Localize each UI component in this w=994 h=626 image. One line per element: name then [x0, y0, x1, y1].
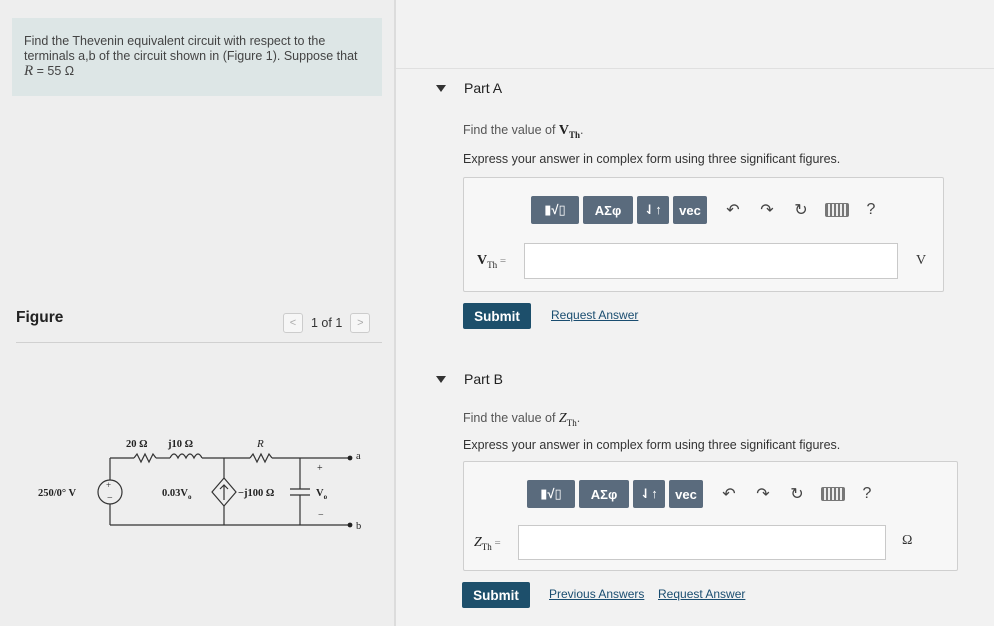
part-a-prompt: Find the value of VTh.	[463, 123, 584, 140]
arrows-button[interactable]: ⇃↑	[637, 196, 669, 224]
figure-label: Figure	[16, 309, 64, 326]
figure-rule	[16, 342, 382, 343]
undo-icon[interactable]: ↶	[721, 198, 745, 222]
part-b-title: Part B	[464, 371, 503, 387]
vec-button[interactable]: vec	[669, 480, 703, 508]
problem-text: Find the Thevenin equivalent circuit wit…	[24, 34, 358, 63]
undo-icon[interactable]: ↶	[717, 482, 741, 506]
collapse-triangle-icon	[436, 375, 446, 383]
part-b-prompt: Find the value of ZTh.	[463, 411, 581, 428]
terminal-b-label: b	[356, 521, 361, 532]
figure-pager: < 1 of 1 >	[283, 313, 371, 333]
reset-icon[interactable]: ↻	[789, 198, 813, 222]
templates-button[interactable]: ▮√▯	[531, 196, 579, 224]
part-a-toolbar: ▮√▯ ΑΣφ ⇃↑ vec ↶ ↷ ↻ ?	[531, 196, 883, 224]
cap-label: −j100 Ω	[238, 488, 274, 499]
part-a-unit: V	[916, 253, 927, 268]
part-a-request-answer-link[interactable]: Request Answer	[551, 308, 638, 322]
redo-icon[interactable]: ↷	[751, 482, 775, 506]
resistor-20	[133, 452, 157, 464]
vth-answer-input[interactable]	[524, 243, 898, 279]
vo-minus: −	[318, 510, 324, 521]
source-minus: −	[107, 493, 113, 504]
arrows-button[interactable]: ⇃↑	[633, 480, 665, 508]
problem-statement: Find the Thevenin equivalent circuit wit…	[12, 18, 382, 96]
source-label: 250/0° V	[38, 488, 77, 499]
part-a-header[interactable]: Part A	[436, 80, 502, 96]
part-a-input-label: VTh =	[477, 253, 507, 270]
previous-answers-link[interactable]: Previous Answers	[549, 587, 644, 601]
part-b-toolbar: ▮√▯ ΑΣφ ⇃↑ vec ↶ ↷ ↻ ?	[527, 480, 879, 508]
keyboard-icon[interactable]	[825, 198, 849, 222]
resistor-r	[249, 452, 273, 464]
greek-symbols-button[interactable]: ΑΣφ	[583, 196, 633, 224]
part-b-header[interactable]: Part B	[436, 371, 503, 387]
r-label: R	[256, 438, 264, 450]
r-variable: R	[24, 63, 34, 79]
vec-button[interactable]: vec	[673, 196, 707, 224]
part-a-title: Part A	[464, 80, 503, 96]
zth-variable: ZTh	[558, 411, 577, 428]
prev-figure-button[interactable]: <	[283, 313, 303, 333]
pager-text: 1 of 1	[311, 316, 343, 330]
part-b-submit-button[interactable]: Submit	[462, 582, 530, 608]
part-a-submit-button[interactable]: Submit	[463, 303, 531, 329]
vo-label: Vo	[316, 488, 328, 501]
part-b-instruction: Express your answer in complex form usin…	[463, 438, 841, 452]
templates-button[interactable]: ▮√▯	[527, 480, 575, 508]
reset-icon[interactable]: ↻	[785, 482, 809, 506]
part-b-input-label: ZTh =	[474, 535, 501, 552]
x1-label: j10 Ω	[167, 439, 193, 450]
help-icon[interactable]: ?	[855, 482, 879, 506]
r-value: = 55 Ω	[33, 64, 75, 78]
greek-symbols-button[interactable]: ΑΣφ	[579, 480, 629, 508]
next-figure-button[interactable]: >	[350, 313, 371, 333]
source-plus: +	[106, 480, 111, 490]
circuit-diagram: + − 250/0° V 20 Ω j10 Ω R 0.03Vo −j100 Ω…	[38, 438, 361, 532]
terminal-a-label: a	[356, 451, 361, 462]
r1-label: 20 Ω	[126, 439, 148, 450]
terminal-b-dot	[347, 522, 353, 528]
part-a-instruction: Express your answer in complex form usin…	[463, 152, 841, 166]
vth-variable: VTh	[558, 123, 581, 140]
keyboard-icon[interactable]	[821, 482, 845, 506]
zth-answer-input[interactable]	[518, 525, 886, 560]
redo-icon[interactable]: ↷	[755, 198, 779, 222]
terminal-a-dot	[347, 455, 353, 461]
inductor-j10	[169, 453, 203, 460]
part-b-unit: Ω	[902, 533, 913, 548]
collapse-triangle-icon	[436, 84, 446, 92]
vo-plus: +	[317, 463, 323, 474]
part-b-request-answer-link[interactable]: Request Answer	[658, 587, 745, 601]
help-icon[interactable]: ?	[859, 198, 883, 222]
dep-label: 0.03Vo	[162, 488, 192, 501]
top-rule	[396, 68, 994, 69]
